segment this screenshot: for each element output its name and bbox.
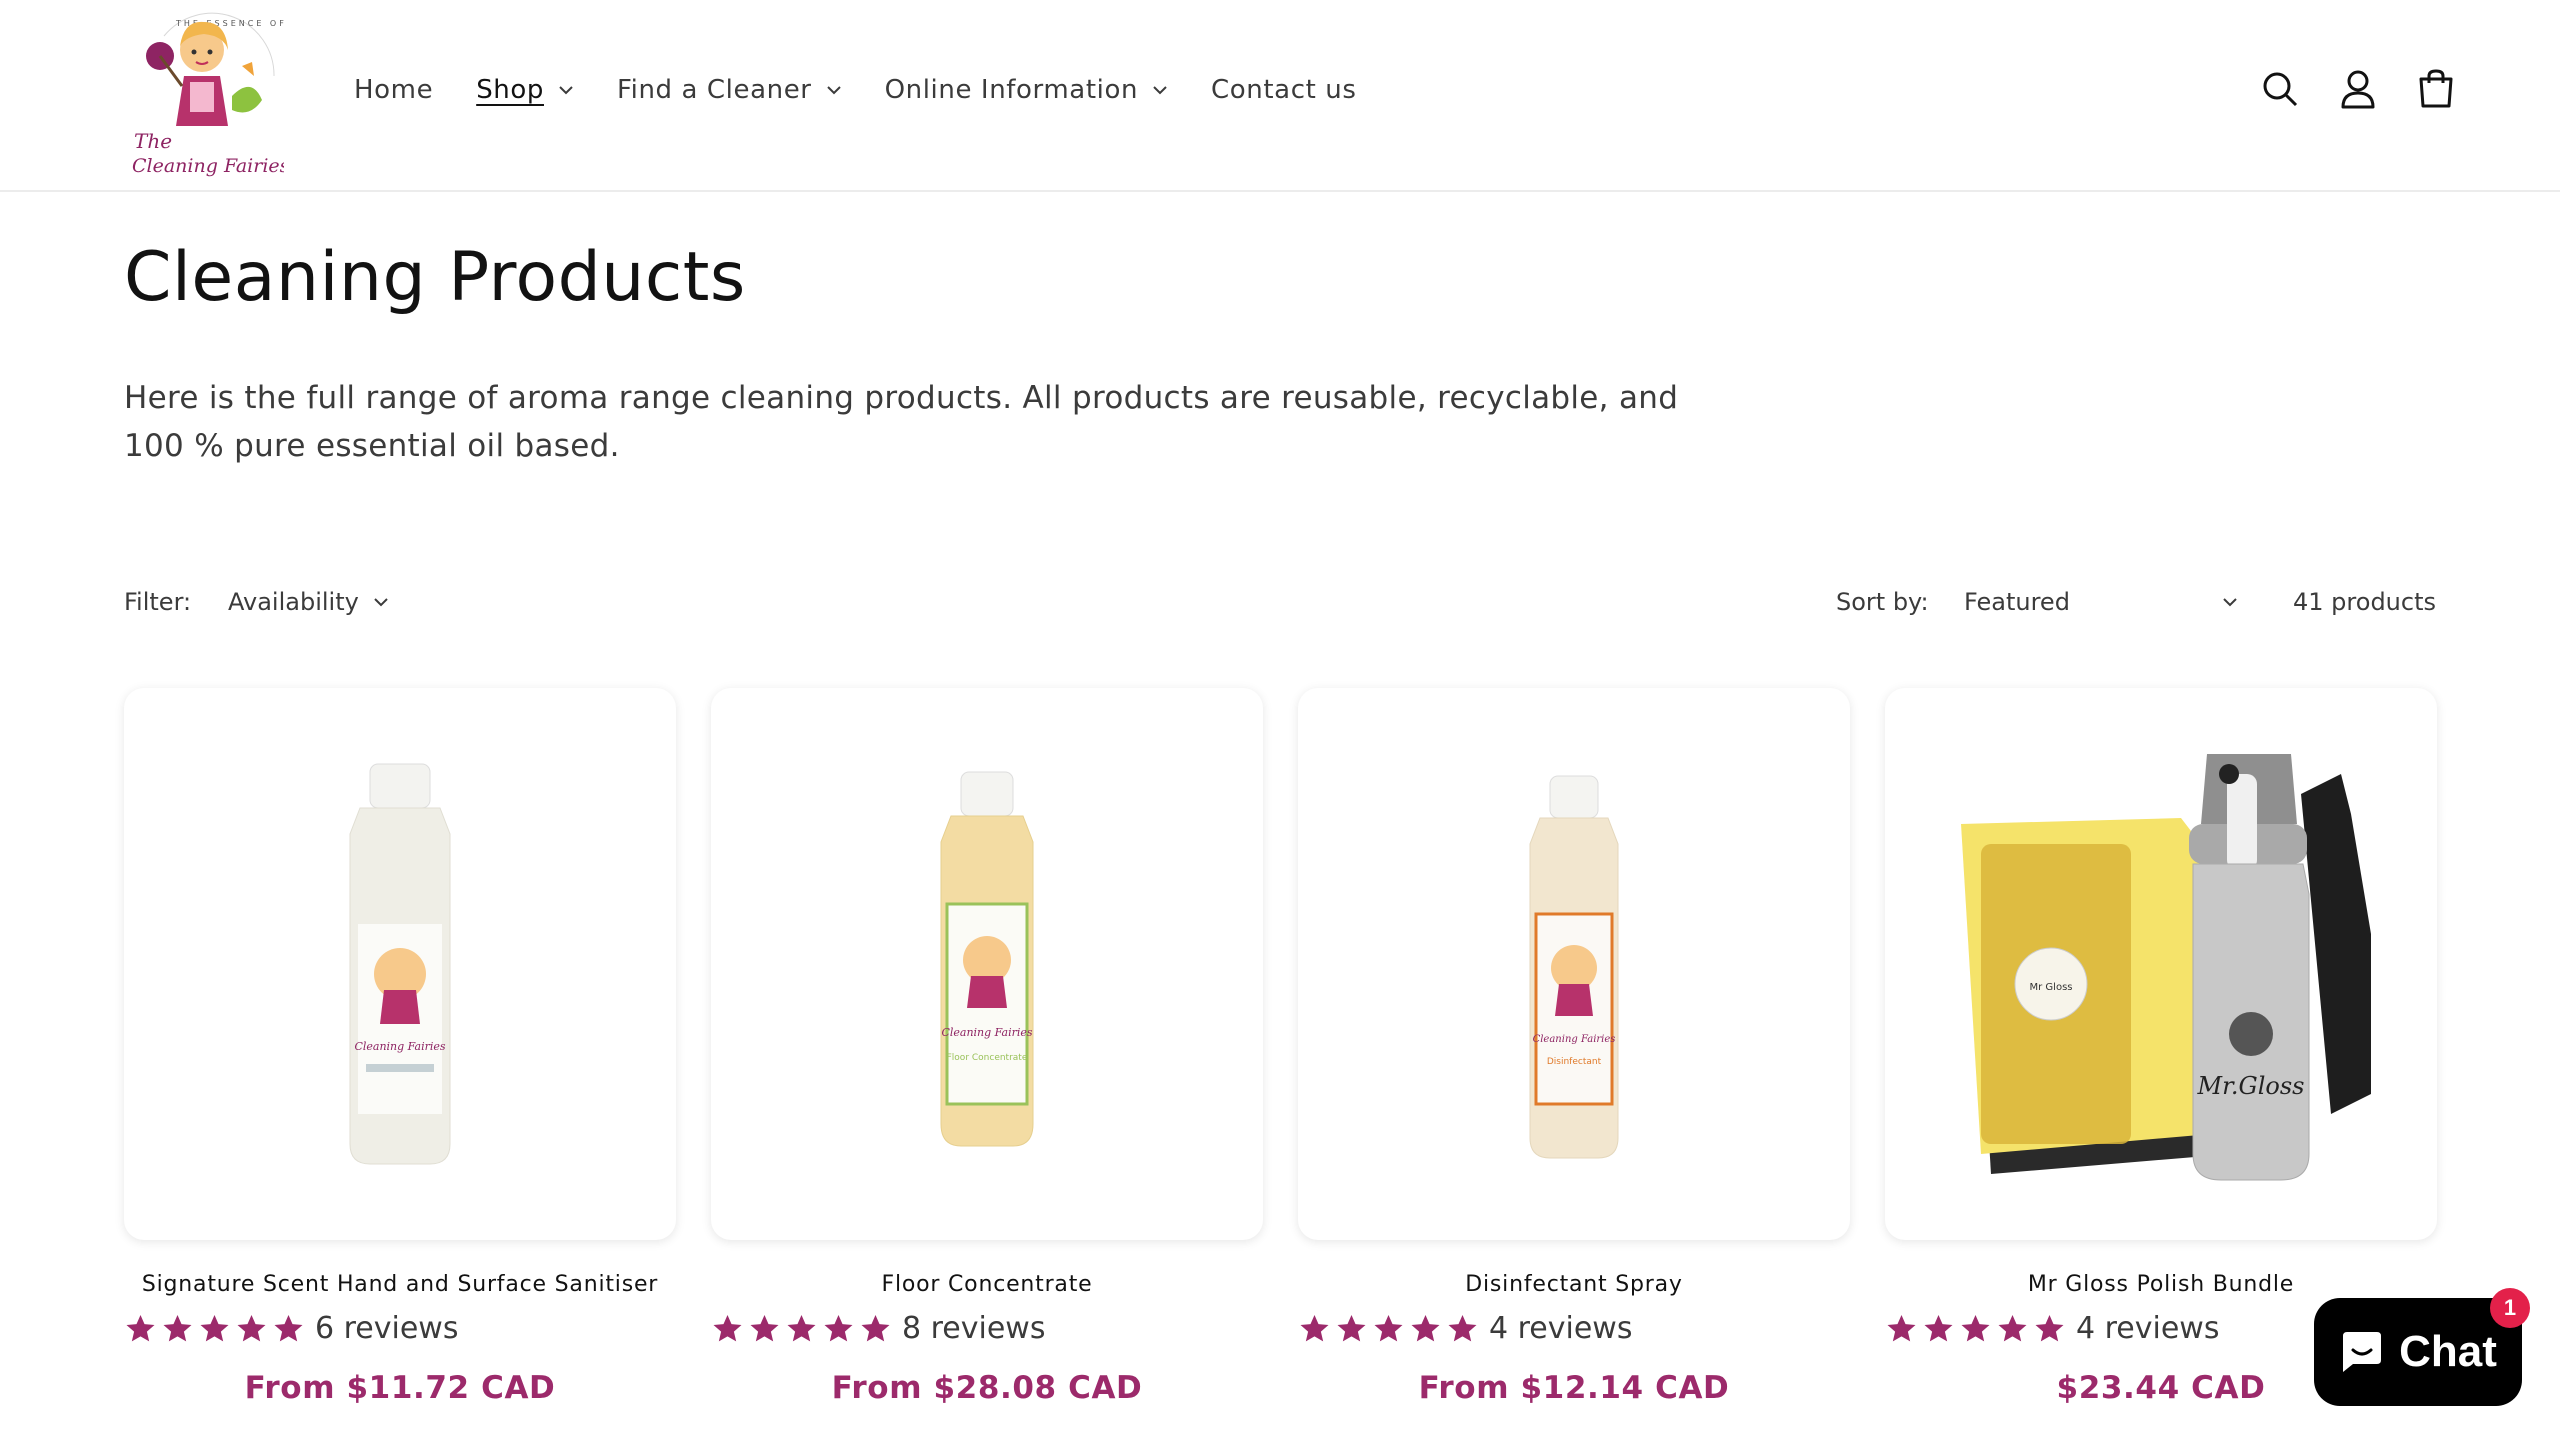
review-count: 6 reviews	[315, 1311, 459, 1346]
product-image[interactable]: Cleaning Fairies Disinfectant	[1298, 688, 1850, 1240]
star-icon	[237, 1314, 266, 1341]
product-image[interactable]: Cleaning Fairies	[124, 688, 676, 1240]
product-title[interactable]: Signature Scent Hand and Surface Sanitis…	[124, 1272, 676, 1297]
collection-description: Here is the full range of aroma range cl…	[124, 380, 1679, 464]
product-card[interactable]: Cleaning Fairies Disinfectant Disinfecta…	[1298, 688, 1850, 1406]
svg-text:The: The	[134, 129, 172, 153]
star-icon	[750, 1314, 779, 1341]
svg-text:Floor Concentrate: Floor Concentrate	[947, 1053, 1028, 1063]
sort-label: Sort by:	[1836, 588, 1929, 616]
review-count: 4 reviews	[1489, 1311, 1633, 1346]
product-price: From $12.14 CAD	[1418, 1370, 1730, 1406]
star-icon	[163, 1314, 192, 1341]
product-image[interactable]: Mr Gloss Mr.Gloss	[1885, 688, 2437, 1240]
chat-label: Chat	[2399, 1327, 2497, 1376]
star-icon	[1300, 1314, 1329, 1341]
chevron-down-icon	[2223, 598, 2237, 607]
product-rating: 4 reviews	[1298, 1311, 1850, 1346]
star-icon	[126, 1314, 155, 1341]
product-title[interactable]: Mr Gloss Polish Bundle	[1885, 1272, 2437, 1297]
review-count: 4 reviews	[2076, 1311, 2220, 1346]
star-icon	[1998, 1314, 2027, 1341]
sort-select[interactable]: Featured	[1964, 582, 2244, 622]
site-logo[interactable]: THE ESSENCE OF HOME The Cleaning Fairies	[124, 6, 326, 182]
chat-bubble-icon	[2343, 1332, 2382, 1372]
chat-notification-badge: 1	[2490, 1288, 2530, 1328]
filter-label: Filter:	[124, 588, 192, 616]
product-card[interactable]: Cleaning Fairies Floor Concentrate Floor…	[711, 688, 1263, 1406]
product-count: 41 products	[2293, 588, 2436, 616]
star-rating	[1885, 1313, 2066, 1345]
chevron-down-icon	[826, 86, 841, 95]
nav-find-a-cleaner[interactable]: Find a Cleaner	[617, 70, 842, 110]
nav-online-information-label: Online Information	[884, 75, 1139, 105]
nav-home-label: Home	[354, 75, 434, 105]
sort-select-value: Featured	[1964, 588, 2070, 616]
product-price: From $11.72 CAD	[244, 1370, 556, 1406]
star-icon	[1411, 1314, 1440, 1341]
star-rating	[124, 1313, 305, 1345]
star-icon	[1374, 1314, 1403, 1341]
svg-text:Cleaning Fairies: Cleaning Fairies	[1533, 1034, 1616, 1045]
star-icon	[1961, 1314, 1990, 1341]
nav-contact-us[interactable]: Contact us	[1211, 70, 1356, 110]
nav-online-information[interactable]: Online Information	[885, 70, 1168, 110]
star-icon	[787, 1314, 816, 1341]
chevron-down-icon	[559, 86, 573, 95]
product-title[interactable]: Disinfectant Spray	[1298, 1272, 1850, 1297]
star-icon	[274, 1314, 303, 1341]
product-image[interactable]: Cleaning Fairies Floor Concentrate	[711, 688, 1263, 1240]
star-rating	[1298, 1313, 1479, 1345]
product-card[interactable]: Cleaning Fairies Signature Scent Hand an…	[124, 688, 676, 1406]
nav-contact-us-label: Contact us	[1211, 75, 1357, 105]
svg-text:Cleaning Fairies: Cleaning Fairies	[354, 1040, 445, 1053]
star-icon	[1448, 1314, 1477, 1341]
svg-text:Mr.Gloss: Mr.Gloss	[2197, 1072, 2305, 1100]
star-icon	[861, 1314, 890, 1341]
star-icon	[824, 1314, 853, 1341]
star-icon	[1337, 1314, 1366, 1341]
nav-home[interactable]: Home	[354, 70, 433, 110]
account-icon[interactable]	[2336, 62, 2380, 116]
svg-text:Mr Gloss: Mr Gloss	[2030, 982, 2073, 993]
chevron-down-icon	[1153, 86, 1167, 95]
product-price: From $28.08 CAD	[831, 1370, 1143, 1406]
product-grid: Cleaning Fairies Signature Scent Hand an…	[124, 688, 2437, 1406]
nav-find-a-cleaner-label: Find a Cleaner	[616, 75, 812, 105]
main-nav: Home Shop Find a Cleaner Online Informat…	[354, 70, 1399, 110]
star-icon	[2035, 1314, 2064, 1341]
product-rating: 6 reviews	[124, 1311, 676, 1346]
site-header: THE ESSENCE OF HOME The Cleaning Fairies…	[0, 0, 2560, 192]
star-icon	[713, 1314, 742, 1341]
star-icon	[200, 1314, 229, 1341]
product-title[interactable]: Floor Concentrate	[711, 1272, 1263, 1297]
availability-filter-label: Availability	[228, 588, 359, 616]
svg-text:Disinfectant: Disinfectant	[1547, 1057, 1602, 1067]
filter-bar: Filter: Availability Sort by: Featured 4…	[124, 588, 2436, 624]
star-icon	[1887, 1314, 1916, 1341]
review-count: 8 reviews	[902, 1311, 1046, 1346]
logo-text-bottom: Cleaning Fairies	[132, 155, 284, 177]
nav-shop[interactable]: Shop	[476, 70, 574, 110]
cart-icon[interactable]	[2414, 62, 2458, 116]
svg-text:Cleaning Fairies: Cleaning Fairies	[941, 1026, 1032, 1039]
search-icon[interactable]	[2258, 62, 2302, 116]
availability-filter[interactable]: Availability	[228, 588, 389, 616]
star-rating	[711, 1313, 892, 1345]
star-icon	[1924, 1314, 1953, 1341]
header-actions	[2258, 62, 2458, 116]
page-title: Cleaning Products	[124, 238, 746, 317]
chevron-down-icon	[374, 598, 388, 607]
nav-shop-label: Shop	[476, 75, 544, 105]
product-rating: 8 reviews	[711, 1311, 1263, 1346]
